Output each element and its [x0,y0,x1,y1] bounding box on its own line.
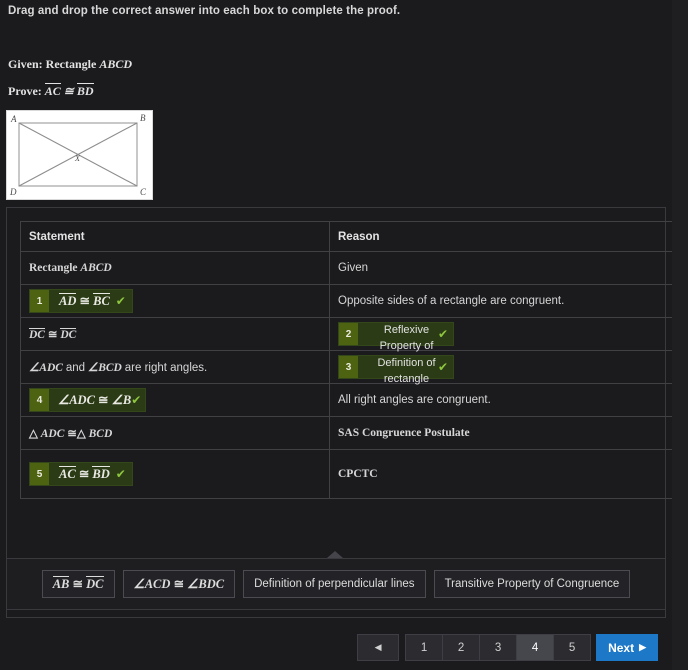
answer-chip-1[interactable]: 1 AD ≅ BC ✔ [29,289,133,313]
given-statement: Given: Rectangle ABCD [8,57,132,72]
statement-dc-congruent-dc: DC ≅ DC [29,328,77,341]
header-reason: Reason [329,221,688,252]
page-button-2[interactable]: 2 [442,634,481,661]
reason-cell: All right angles are congruent. [329,383,688,417]
given-math: ABCD [99,57,133,71]
figure-label-a: A [10,114,17,124]
chevron-right-icon: ▶ [639,642,646,652]
statement-cell: 5 AC ≅ BD ✔ [20,449,330,499]
answer-tile-acd-bdc[interactable]: ∠ACD ≅ ∠BDC [122,570,236,598]
page-button-1[interactable]: 1 [405,634,444,661]
answer-chip-5[interactable]: 5 AC ≅ BD ✔ [29,462,133,486]
reason-cell: Opposite sides of a rectangle are congru… [329,284,688,318]
chip-label: AD ≅ BC [59,293,110,308]
answer-tile-perpendicular-lines[interactable]: Definition of perpendicular lines [243,570,426,598]
prove-segment-ac: AC [44,83,61,98]
chip-label: ∠ADC ≅ ∠B [58,393,132,407]
reason-cell: CPCTC [329,449,688,499]
chip-number: 4 [30,389,49,411]
page-button-5[interactable]: 5 [553,634,592,661]
statement-cell: △ ADC ≅△ BCD [20,416,330,450]
page-button-3[interactable]: 3 [479,634,518,661]
table-row: 4 ∠ADC ≅ ∠B ✔ All right angles are congr… [20,383,688,417]
answer-chip-3[interactable]: 3 Definition of rectangle ✔ [338,355,454,385]
table-row: ∠ADC and ∠BCD are right angles. 3 Defini… [20,350,688,385]
chip-number: 3 [339,356,358,378]
statement-cell: 1 AD ≅ BC ✔ [20,284,330,318]
instruction-text: Drag and drop the correct answer into ea… [8,5,401,17]
table-header-row: Statement Reason [20,221,688,252]
statement-cell: Rectangle ABCD [20,251,330,285]
table-row: 1 AD ≅ BC ✔ Opposite sides of a rectangl… [20,284,688,318]
prove-label: Prove: [8,84,42,98]
page-content-area: Drag and drop the correct answer into ea… [0,0,688,670]
next-label: Next [608,640,635,655]
reason-cell: Given [329,251,688,285]
check-icon: ✔ [115,294,126,308]
page-button-4[interactable]: 4 [516,634,555,661]
given-label: Given: [8,57,43,71]
answer-bank: AB ≅ DC ∠ACD ≅ ∠BDC Definition of perpen… [6,558,666,610]
right-gutter [672,0,688,670]
check-icon: ✔ [437,360,448,374]
answer-chip-4[interactable]: 4 ∠ADC ≅ ∠B ✔ [29,388,147,412]
answer-chip-2[interactable]: 2 Reflexive Property of Congruence ✔ [338,322,454,368]
given-text: Rectangle [45,57,97,71]
chip-number: 1 [30,290,49,312]
proof-table-body: Rectangle ABCD Given 1 AD ≅ BC ✔ Opposit… [20,251,688,499]
table-row: DC ≅ DC 2 Reflexive Property of Congruen… [20,317,688,368]
rectangle-diagram: A B C D X [6,110,153,200]
proof-table: Statement Reason Rectangle ABCD Given 1 … [20,221,688,499]
table-row: Rectangle ABCD Given [20,251,688,285]
prove-segment-bd: BD [76,83,94,98]
prove-congruent-symbol: ≅ [63,84,74,98]
table-row: 5 AC ≅ BD ✔ CPCTC [20,449,688,499]
answer-tile-ab-dc[interactable]: AB ≅ DC [41,570,115,598]
check-icon: ✔ [115,467,126,481]
figure-label-d: D [9,187,17,197]
statement-right-angles: ∠ADC and ∠BCD are right angles. [29,362,208,374]
prev-page-button[interactable]: ◀ [357,634,400,661]
statement-cell: ∠ADC and ∠BCD are right angles. [20,350,330,384]
chip-label: AC ≅ BD [59,466,110,481]
chip-number: 2 [339,323,358,345]
chevron-left-icon: ◀ [374,642,382,652]
statement-cell: DC ≅ DC [20,317,330,351]
figure-label-c: C [140,187,147,197]
statement-triangle-congruence: △ ADC ≅△ BCD [29,428,113,440]
bank-pointer-icon [327,551,343,558]
answer-tile-transitive-property[interactable]: Transitive Property of Congruence [433,570,631,598]
table-row: △ ADC ≅△ BCD SAS Congruence Postulate [20,416,688,450]
figure-label-b: B [140,113,146,123]
reason-cell: SAS Congruence Postulate [329,416,688,450]
pagination: ◀ 1 2 3 4 5 Next ▶ [357,634,658,661]
header-statement: Statement [20,221,330,252]
check-icon: ✔ [131,393,142,407]
prove-statement: Prove: AC ≅ BD [8,83,94,99]
chip-number: 5 [30,463,49,485]
reason-cell: 2 Reflexive Property of Congruence ✔ [329,317,688,368]
check-icon: ✔ [437,327,448,341]
statement-rectangle-abcd: Rectangle ABCD [29,262,112,274]
next-button[interactable]: Next ▶ [596,634,658,661]
reason-cell: 3 Definition of rectangle ✔ [329,350,688,385]
statement-cell: 4 ∠ADC ≅ ∠B ✔ [20,383,330,417]
